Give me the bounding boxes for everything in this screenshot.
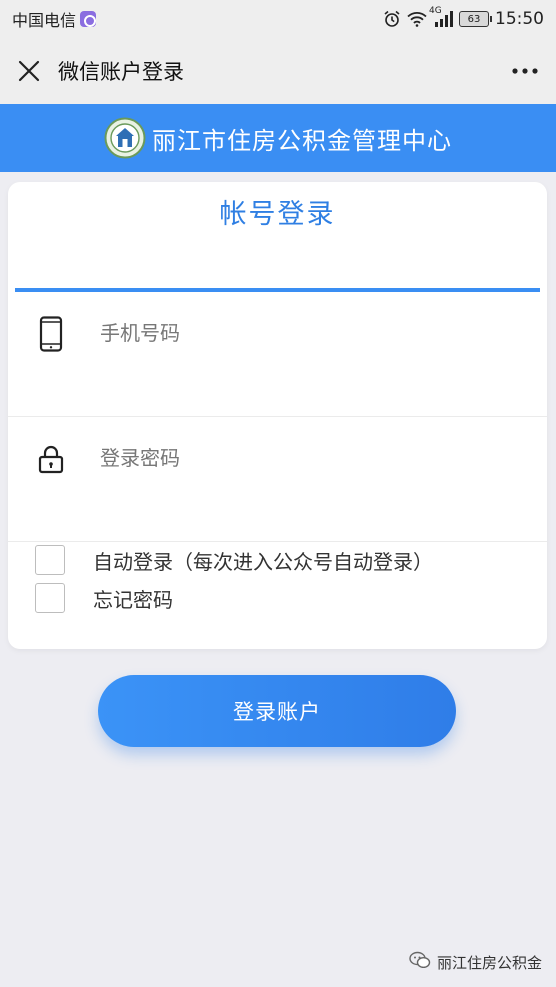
phone-input[interactable]	[100, 312, 500, 354]
watermark: 丽江住房公积金	[409, 951, 542, 973]
signal-icon: 4G	[429, 6, 453, 27]
auto-login-label: 自动登录（每次进入公众号自动登录）	[93, 549, 433, 574]
wifi-icon	[407, 11, 427, 27]
status-bar: 中国电信 4G 63 15:50	[0, 0, 556, 38]
battery-icon: 63	[459, 11, 492, 27]
watermark-text: 丽江住房公积金	[436, 953, 542, 972]
more-icon	[512, 68, 538, 74]
login-button[interactable]: 登录账户	[98, 675, 456, 747]
card-title: 帐号登录	[219, 199, 336, 230]
signal-label: 4G	[429, 6, 442, 16]
page-title: 微信账户登录	[58, 60, 184, 84]
password-field-row	[8, 417, 547, 542]
forget-password-checkbox[interactable]	[35, 583, 65, 613]
title-bar: 微信账户登录	[0, 38, 556, 104]
close-icon	[18, 60, 40, 82]
clock-time: 15:50	[495, 9, 544, 29]
lock-icon	[36, 439, 66, 479]
password-input[interactable]	[100, 437, 500, 479]
forget-password-label[interactable]: 忘记密码	[93, 584, 173, 613]
auto-login-row: 自动登录（每次进入公众号自动登录）	[35, 545, 433, 575]
status-right: 4G 63 15:50	[383, 6, 544, 29]
wechat-icon	[409, 951, 431, 973]
status-left: 中国电信	[12, 7, 97, 31]
battery-level: 63	[467, 13, 481, 25]
org-name: 丽江市住房公积金管理中心	[152, 126, 452, 155]
close-button[interactable]	[16, 58, 42, 84]
org-banner: 丽江市住房公积金管理中心	[0, 104, 556, 172]
emblem-logo	[104, 117, 146, 159]
login-card: 帐号登录 自动登录（每次进入公众号自动登录） 忘记密码	[8, 182, 547, 649]
auto-login-checkbox[interactable]	[35, 545, 65, 575]
more-button[interactable]	[510, 58, 540, 84]
alarm-icon	[383, 10, 401, 28]
phone-icon	[36, 314, 66, 354]
phone-field-row	[8, 292, 547, 417]
carrier-name: 中国电信	[12, 11, 77, 30]
forget-password-row: 忘记密码	[35, 583, 173, 613]
carrier-badge-icon	[80, 11, 97, 27]
